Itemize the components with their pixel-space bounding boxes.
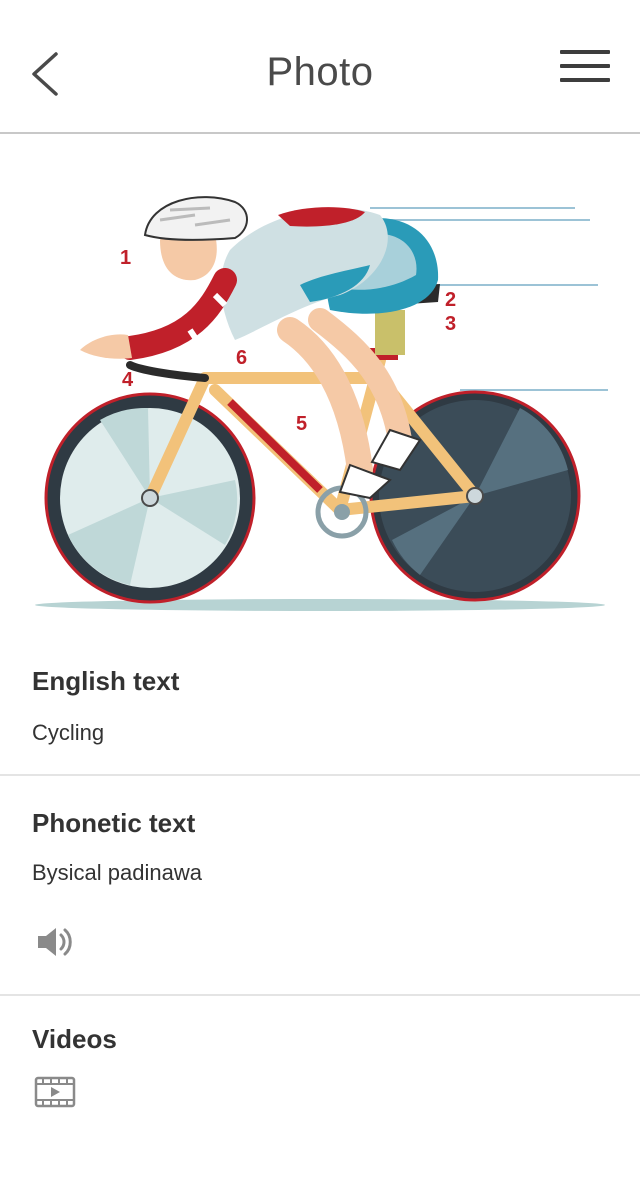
- marker-4: 4: [122, 369, 134, 391]
- divider: [0, 774, 640, 776]
- phonetic-text-label: Phonetic text: [32, 808, 196, 838]
- marker-2: 2: [445, 289, 456, 311]
- marker-3: 3: [445, 313, 456, 335]
- speaker-icon: [38, 928, 72, 956]
- english-text-label: English text: [32, 666, 180, 696]
- divider: [0, 994, 640, 996]
- videos-label: Videos: [32, 1024, 117, 1054]
- top-bar: Photo: [0, 0, 640, 134]
- menu-button[interactable]: [560, 50, 610, 90]
- phonetic-text-value: Bysical padinawa: [32, 860, 202, 885]
- marker-5: 5: [296, 413, 307, 435]
- play-video-button[interactable]: [34, 1074, 76, 1110]
- english-text-value: Cycling: [32, 720, 105, 745]
- marker-1: 1: [120, 247, 131, 269]
- page-title: Photo: [266, 50, 374, 94]
- marker-6: 6: [236, 347, 247, 369]
- app-screen: Photo 1 2 3 4 5 6 English text Cycling P…: [0, 0, 640, 1200]
- cyclist-image: 1 2 3 4 5 6: [35, 196, 608, 611]
- hamburger-menu-icon: [560, 50, 610, 54]
- play-audio-button[interactable]: [34, 924, 74, 960]
- cycling-illustration: 1 2 3 4 5 6: [20, 180, 620, 620]
- film-icon: [34, 1076, 76, 1108]
